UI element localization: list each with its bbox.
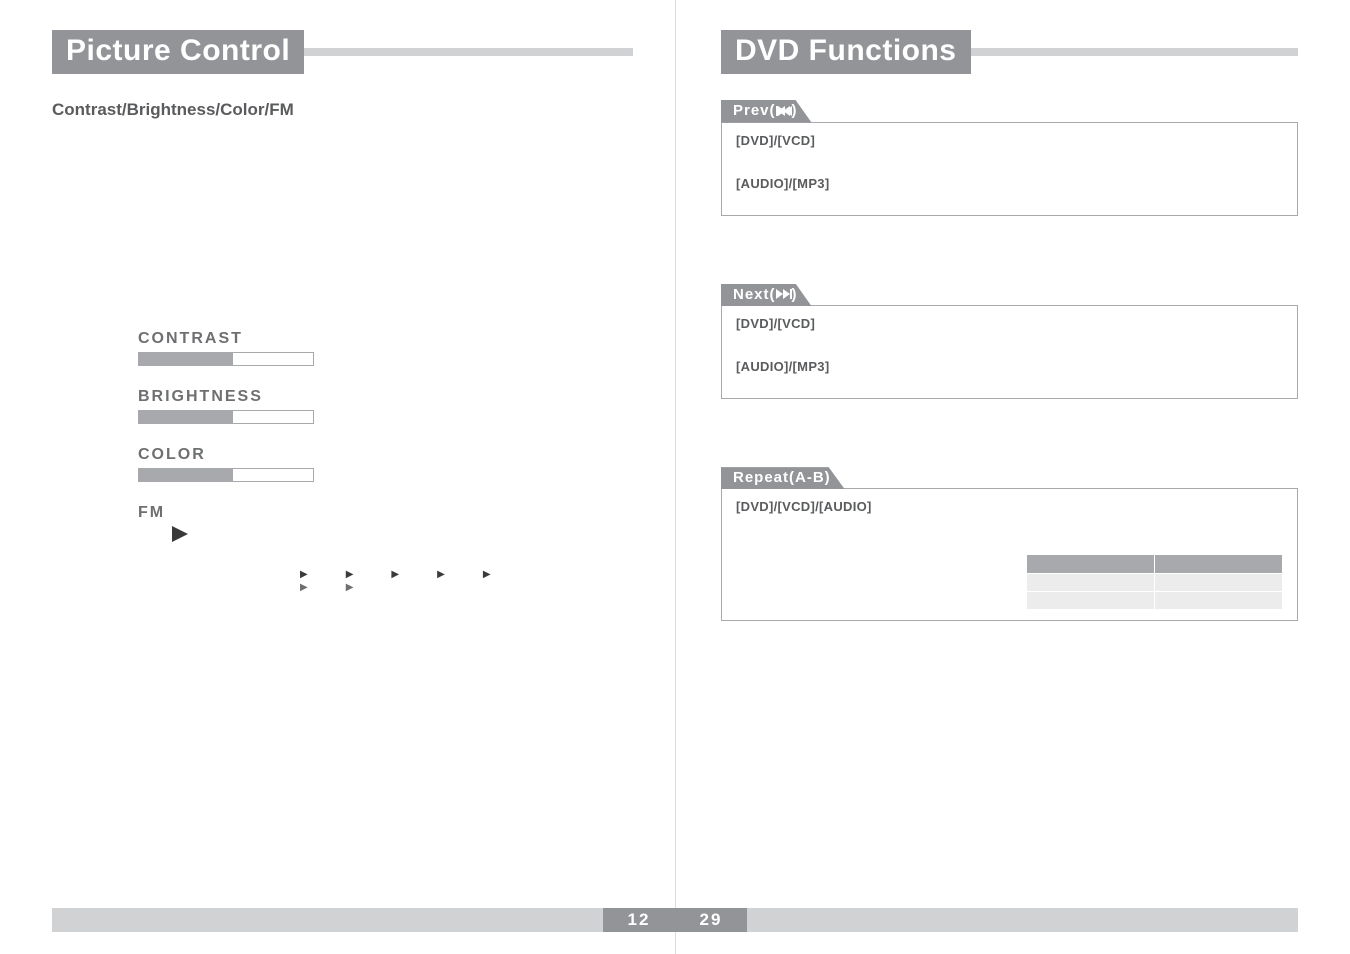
triangle-icon: ▶ [483,569,491,580]
prev-box: Prev() [DVD]/[VCD] [AUDIO]/[MP3] [721,100,1298,216]
footer-right: 29 [675,908,1350,932]
title-bar-left: Picture Control [52,30,633,74]
footer-fill [52,908,603,932]
title-tail [304,48,633,56]
brightness-slider[interactable] [138,410,314,424]
fm-row: FM [138,504,633,547]
page-number-left: 12 [603,908,675,932]
repeat-row1: [DVD]/[VCD]/[AUDIO] [736,499,1283,514]
page-number-right: 29 [675,908,747,932]
triangle-icon: ▶ [300,569,308,580]
brightness-label: BRIGHTNESS [138,388,633,406]
next-box: Next() [DVD]/[VCD] [AUDIO]/[MP3] [721,284,1298,400]
sliders-block: CONTRAST BRIGHTNESS COLOR FM [138,330,633,593]
skip-next-icon [776,286,792,303]
fm-label: FM [138,504,633,522]
triangle-icon: ▶ [300,582,308,593]
dots-row-2: ▶ ▶ [300,582,633,593]
table-cell [1155,574,1283,592]
table-cell [1155,555,1283,574]
prev-row2: [AUDIO]/[MP3] [736,176,1283,191]
next-row2: [AUDIO]/[MP3] [736,359,1283,374]
skip-prev-icon [776,103,792,120]
color-slider[interactable] [138,468,314,482]
footer-left: 12 [0,908,675,932]
table-cell [1027,574,1155,592]
title-left: Picture Control [52,30,304,74]
table-cell [1027,555,1155,574]
title-bar-right: DVD Functions [721,30,1298,74]
prev-tab: Prev() [721,100,812,123]
color-row: COLOR [138,446,633,482]
dots-row-1: ▶ ▶ ▶ ▶ ▶ [300,569,633,580]
footer-fill [747,908,1298,932]
contrast-label: CONTRAST [138,330,633,348]
page-left: Picture Control Contrast/Brightness/Colo… [0,0,675,954]
triangle-icon: ▶ [346,569,354,580]
contrast-fill [139,353,233,365]
next-tab: Next() [721,284,812,307]
contrast-slider[interactable] [138,352,314,366]
table-cell [1155,592,1283,610]
prev-tab-label: Prev( [733,102,776,119]
brightness-fill [139,411,233,423]
triangle-icon: ▶ [346,582,354,593]
color-label: COLOR [138,446,633,464]
triangle-icon: ▶ [391,569,399,580]
brightness-row: BRIGHTNESS [138,388,633,424]
table-cell [1027,592,1155,610]
repeat-body: [DVD]/[VCD]/[AUDIO] [721,488,1298,621]
play-icon [172,526,633,547]
close-paren: ) [792,286,798,303]
prev-body: [DVD]/[VCD] [AUDIO]/[MP3] [721,122,1298,216]
triangle-icon: ▶ [437,569,445,580]
close-paren: ) [792,102,798,119]
repeat-tab: Repeat(A-B) [721,467,845,489]
next-row1: [DVD]/[VCD] [736,316,1283,331]
title-right: DVD Functions [721,30,971,74]
contrast-row: CONTRAST [138,330,633,366]
next-body: [DVD]/[VCD] [AUDIO]/[MP3] [721,305,1298,399]
repeat-table [1026,554,1283,610]
prev-row1: [DVD]/[VCD] [736,133,1283,148]
subheading: Contrast/Brightness/Color/FM [52,100,633,120]
next-tab-label: Next( [733,286,776,303]
title-tail [971,48,1299,56]
page-right: DVD Functions Prev() [DVD]/[VCD] [AUDIO]… [675,0,1350,954]
color-fill [139,469,233,481]
repeat-box: Repeat(A-B) [DVD]/[VCD]/[AUDIO] [721,467,1298,621]
